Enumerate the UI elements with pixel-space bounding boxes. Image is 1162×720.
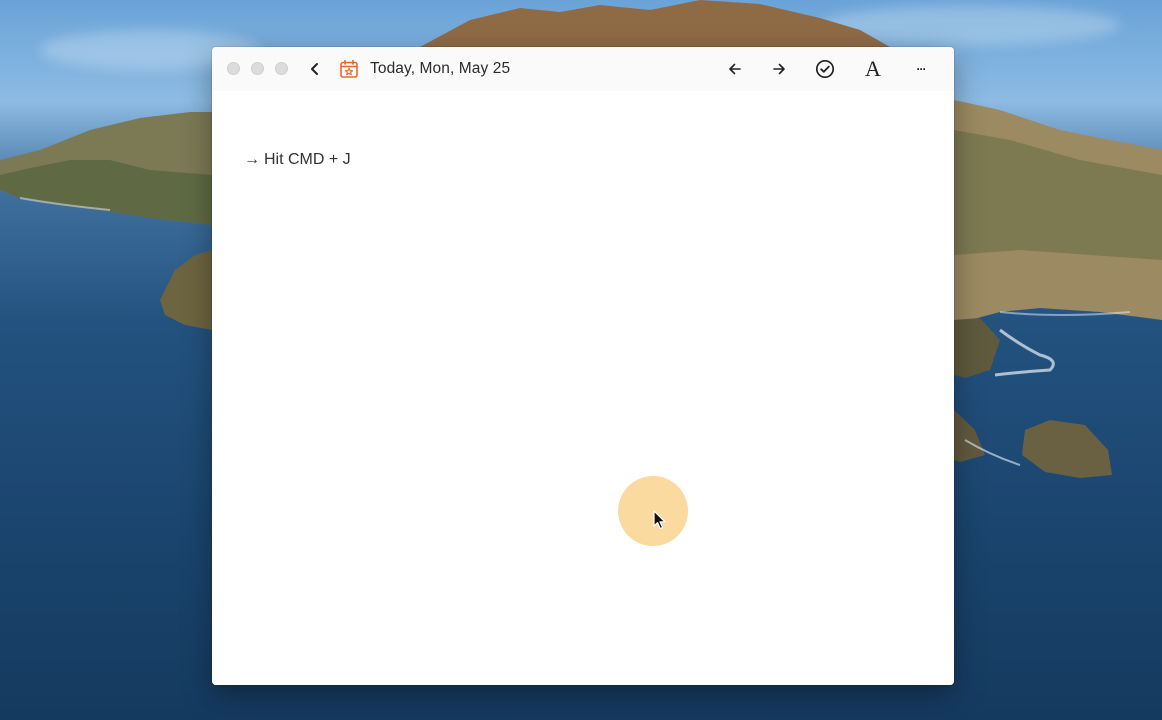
minimize-window-button[interactable] bbox=[251, 62, 264, 75]
editor-area[interactable]: → Hit CMD + J bbox=[212, 91, 954, 685]
previous-day-button[interactable] bbox=[723, 57, 747, 81]
calendar-button[interactable] bbox=[337, 57, 361, 81]
next-day-button[interactable] bbox=[767, 57, 791, 81]
journal-window: Today, Mon, May 25 A ··· → Hit CMD + J bbox=[212, 47, 954, 685]
text-line[interactable]: → Hit CMD + J bbox=[244, 151, 351, 169]
arrow-left-icon bbox=[727, 61, 743, 77]
close-window-button[interactable] bbox=[227, 62, 240, 75]
title-bar: Today, Mon, May 25 A ··· bbox=[212, 47, 954, 91]
calendar-star-icon bbox=[339, 59, 359, 79]
font-button[interactable]: A bbox=[861, 57, 885, 81]
arrow-right-icon bbox=[771, 61, 787, 77]
arrow-bullet: → bbox=[244, 151, 260, 168]
more-options-button[interactable]: ··· bbox=[909, 57, 933, 81]
more-icon: ··· bbox=[916, 62, 927, 76]
complete-button[interactable] bbox=[813, 57, 837, 81]
desktop-background: Today, Mon, May 25 A ··· → Hit CMD + J bbox=[0, 0, 1162, 720]
zoom-window-button[interactable] bbox=[275, 62, 288, 75]
chevron-left-icon bbox=[308, 62, 322, 76]
line-text: Hit CMD + J bbox=[264, 151, 351, 168]
check-circle-icon bbox=[815, 59, 835, 79]
date-title: Today, Mon, May 25 bbox=[370, 60, 511, 77]
font-a-icon: A bbox=[865, 56, 881, 81]
back-button[interactable] bbox=[303, 57, 327, 81]
mouse-cursor-icon bbox=[653, 510, 667, 535]
